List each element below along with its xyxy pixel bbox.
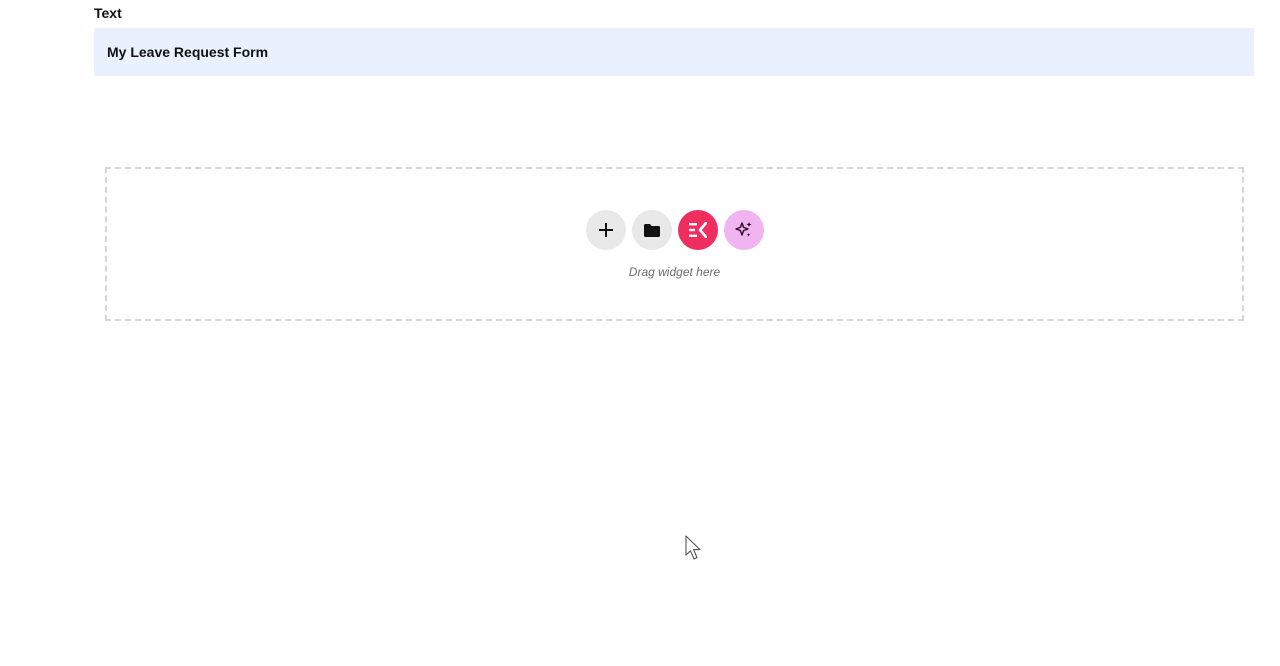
- widget-dropzone[interactable]: Drag widget here: [105, 167, 1244, 321]
- dropzone-button-group: [107, 210, 1242, 250]
- ai-generate-button[interactable]: [723, 210, 764, 250]
- dropzone-hint: Drag widget here: [628, 265, 721, 279]
- ai-sparkle-icon: [734, 222, 751, 237]
- text-widget-content[interactable]: My Leave Request Form: [107, 44, 268, 60]
- mouse-pointer-icon: [685, 535, 703, 566]
- section-label: Text: [94, 5, 122, 21]
- add-widget-button[interactable]: [585, 210, 626, 250]
- elementskit-library-button[interactable]: [677, 210, 718, 250]
- elementskit-logo-icon: [688, 222, 707, 238]
- editor-canvas: Text My Leave Request Form Drag widget h…: [0, 0, 1280, 666]
- text-widget[interactable]: My Leave Request Form: [94, 28, 1254, 76]
- plus-icon: [598, 223, 613, 237]
- add-template-button[interactable]: [631, 210, 672, 250]
- folder-icon: [643, 223, 660, 237]
